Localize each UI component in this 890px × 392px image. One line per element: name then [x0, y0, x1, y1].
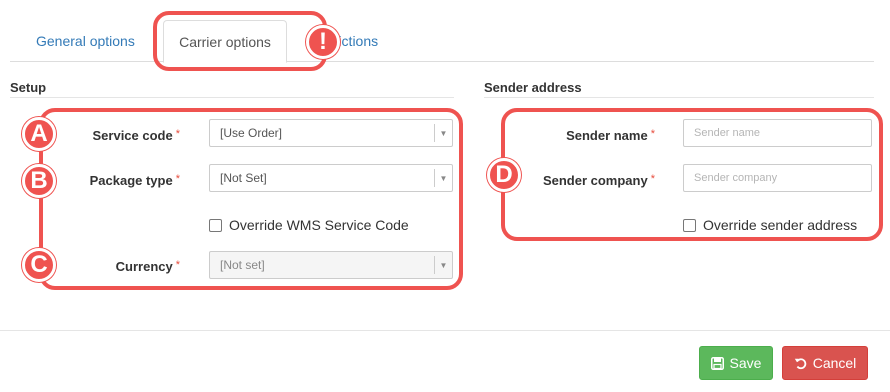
annotation-marker-a: A	[22, 117, 56, 151]
annotation-marker-alert: !	[306, 25, 340, 59]
setup-divider	[10, 97, 454, 98]
annotation-marker-d: D	[487, 158, 521, 192]
undo-icon	[794, 357, 807, 370]
annotation-highlight-tab	[153, 11, 327, 71]
annotation-highlight-sender	[501, 108, 883, 241]
setup-section-title: Setup	[10, 80, 47, 95]
cancel-label: Cancel	[812, 355, 857, 371]
annotation-marker-b: B	[22, 164, 56, 198]
tab-general-options[interactable]: General options	[36, 33, 135, 49]
footer-divider	[0, 330, 890, 331]
tab-bar-divider	[10, 61, 874, 62]
save-button[interactable]: Save	[699, 346, 773, 380]
annotation-marker-c: C	[22, 248, 56, 282]
sender-divider	[484, 97, 874, 98]
save-icon	[710, 356, 724, 370]
annotation-highlight-setup	[39, 108, 463, 290]
cancel-button[interactable]: Cancel	[782, 346, 868, 380]
sender-section-title: Sender address	[484, 80, 582, 95]
save-label: Save	[729, 355, 762, 371]
